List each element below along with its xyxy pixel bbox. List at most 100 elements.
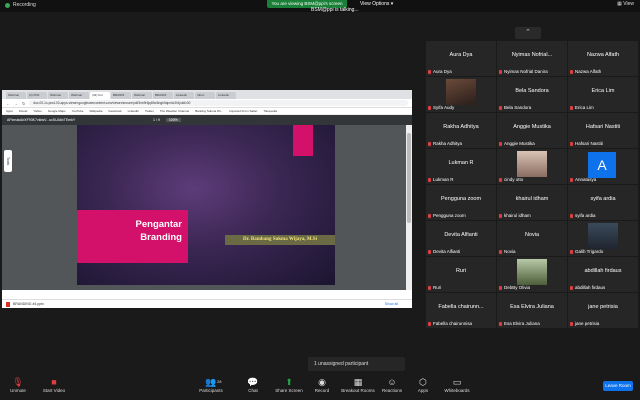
participant-tile[interactable]: Aura Dya Aura Dya — [426, 41, 496, 76]
participant-tile[interactable]: Novia Novia — [497, 221, 567, 256]
video-off-icon: ■ — [51, 377, 57, 387]
whiteboards-label: Whiteboards — [444, 388, 470, 393]
breakout-rooms-button[interactable]: ▦ Breakout Rooms — [338, 377, 378, 393]
bookmark-item[interactable]: LinkedIn — [128, 109, 139, 113]
tools-panel-button[interactable]: Tools — [4, 150, 12, 172]
apps-button[interactable]: ⬡ Apps — [405, 377, 441, 393]
share-screen-button[interactable]: ⬆ Share Screen — [271, 377, 307, 393]
participant-tile[interactable]: Rakha Adhitya Rakha Adhitya — [426, 113, 496, 148]
forward-icon[interactable]: → — [14, 101, 18, 106]
microphone-muted-icon — [428, 141, 431, 146]
bookmark-item[interactable]: Banking Sukma Wi... — [195, 109, 223, 113]
participant-tile[interactable]: Nazwa Alfath Nazwa Alfath — [568, 41, 638, 76]
participant-name: Galih Trigardo — [575, 249, 604, 254]
browser-tab[interactable]: BRANDI — [153, 92, 173, 99]
leave-room-button[interactable]: Leave Room — [603, 381, 633, 391]
participant-tile[interactable]: Hafsari Nastiti Hafsari Nastiti — [568, 113, 638, 148]
participant-label: Aura Dya — [428, 69, 452, 74]
participant-gallery: Aura Dya Aura Dya Nyimas Nofrial... Nyimas … — [426, 41, 639, 364]
participant-tile[interactable]: Esa Elvira Juliana Esa Elvira Juliana — [497, 293, 567, 328]
record-button[interactable]: ◉ Record — [304, 377, 340, 393]
browser-tab[interactable]: Webinar — [6, 92, 26, 99]
unassigned-participant-notice[interactable]: 1 unassigned participant — [308, 357, 405, 371]
participant-name-large: Esa Elvira Juliana — [510, 304, 554, 310]
participant-tile[interactable]: Syifa Audy — [426, 77, 496, 112]
bookmark-item[interactable]: The Weather Channel — [160, 109, 189, 113]
view-label: View — [623, 1, 634, 7]
participant-label: jane petrisia — [570, 321, 599, 326]
participant-label: Novia — [499, 249, 516, 254]
participant-tile[interactable]: Devita Alfianti Devita Alfianti — [426, 221, 496, 256]
slide-title-line2: Branding — [140, 232, 182, 243]
bookmark-item[interactable]: Google Maps — [48, 109, 66, 113]
participant-tile[interactable]: Galih Trigardo — [568, 221, 638, 256]
bookmark-item[interactable]: Wikipedia — [89, 109, 102, 113]
reload-icon[interactable]: ↻ — [22, 101, 25, 106]
participant-tile[interactable]: khairul idham khairul idham — [497, 185, 567, 220]
participant-tile[interactable]: Lukman R Lukman R — [426, 149, 496, 184]
participant-video — [517, 259, 547, 285]
browser-tab[interactable]: Webinar — [132, 92, 152, 99]
unmute-button[interactable]: 🎙 Unmute — [0, 377, 36, 393]
show-all-link[interactable]: Show all — [385, 302, 398, 306]
gallery-up-button[interactable]: ⌃ — [515, 27, 541, 39]
microphone-muted-icon — [499, 249, 502, 254]
start-video-button[interactable]: ■ Start Video — [36, 377, 72, 393]
download-file-name[interactable]: BRANDING #4.pptx — [13, 302, 44, 306]
bookmark-item[interactable]: Apps — [6, 109, 13, 113]
file-name: APzmakAbXF93K7vkbsV...ucSUA6xTEmkY — [7, 118, 76, 122]
chat-label: Chat — [248, 388, 258, 393]
participant-tile[interactable]: jane petrisia jane petrisia — [568, 293, 638, 328]
view-button[interactable]: ▦ View — [617, 1, 634, 7]
bookmark-item[interactable]: iCloud — [19, 109, 28, 113]
browser-tab[interactable]: BRANDI — [111, 92, 131, 99]
participant-tile[interactable]: abdillah firdaus abdillah firdaus — [568, 257, 638, 292]
participant-name: Pengguna zoom — [433, 213, 466, 218]
back-icon[interactable]: ← — [6, 101, 10, 106]
whiteboards-button[interactable]: ▭ Whiteboards — [439, 377, 475, 393]
participant-tile[interactable]: Bela Sandora Bela Sandora — [497, 77, 567, 112]
chat-button[interactable]: 💬 Chat — [235, 377, 271, 393]
participant-tile[interactable]: Fabella chairunn... Fabella chairunnisa — [426, 293, 496, 328]
participants-count: 28 — [217, 379, 222, 384]
viewer-scrollbar[interactable] — [406, 125, 412, 290]
bookmark-item[interactable]: Imported From Safari — [229, 109, 257, 113]
browser-tab[interactable]: (2) PDF — [27, 92, 47, 99]
participant-tile[interactable]: syifa ardia syifa ardia — [568, 185, 638, 220]
participant-tile[interactable]: Nyimas Nofrial... Nyimas Nofrial Danira — [497, 41, 567, 76]
participant-tile[interactable]: Pengguna zoom Pengguna zoom — [426, 185, 496, 220]
participant-tile[interactable]: cindy otto — [497, 149, 567, 184]
avatar: A — [588, 152, 616, 178]
browser-tab[interactable]: (42) Kul — [90, 92, 110, 99]
browser-tab[interactable]: Linkedin — [216, 92, 236, 99]
url-field[interactable]: doc-00-1c-prod-03-apps-viewer.googleuser… — [29, 100, 408, 106]
meeting-toolbar: 🎙 Unmute ■ Start Video 👥 28 Participants 💬 Ch… — [0, 372, 640, 400]
microphone-muted-icon: 🎙 — [12, 377, 24, 387]
browser-tab[interactable]: Webinar — [48, 92, 68, 99]
apps-label: Apps — [417, 388, 429, 393]
bookmark-item[interactable]: Facebook — [108, 109, 121, 113]
participant-name-large: Pengguna zoom — [440, 196, 482, 202]
browser-tab[interactable]: Webinar — [69, 92, 89, 99]
participant-tile[interactable]: Ruri Ruri — [426, 257, 496, 292]
bookmark-item[interactable]: Tokopedia — [263, 109, 277, 113]
participant-name: Erica Lim — [575, 105, 594, 110]
participant-label: Nyimas Nofrial Danira — [499, 69, 548, 74]
participant-label: Ruri — [428, 285, 441, 290]
bookmark-item[interactable]: Yahoo — [33, 109, 41, 113]
bookmark-item[interactable]: Twitter — [145, 109, 154, 113]
participant-tile[interactable]: Erica Lim Erica Lim — [568, 77, 638, 112]
browser-url-bar: ← → ↻ doc-00-1c-prod-03-apps-viewer.goog… — [2, 99, 412, 108]
participant-label: Annatasya — [570, 177, 596, 182]
bookmark-item[interactable]: YouTube — [72, 109, 84, 113]
view-options-button[interactable]: View Options ▾ — [360, 1, 393, 7]
microphone-muted-icon — [570, 321, 573, 326]
participant-tile[interactable]: A Annatasya — [568, 149, 638, 184]
participants-button[interactable]: 👥 28 Participants — [193, 377, 229, 393]
browser-tab[interactable]: Linkedin — [174, 92, 194, 99]
participant-tile[interactable]: DebBy Olivia — [497, 257, 567, 292]
participant-tile[interactable]: Anggie Mustika Anggie Mustika — [497, 113, 567, 148]
scrollbar-thumb[interactable] — [407, 133, 411, 223]
zoom-level[interactable]: 100% — [165, 118, 181, 122]
browser-tab[interactable]: Inbox — [195, 92, 215, 99]
